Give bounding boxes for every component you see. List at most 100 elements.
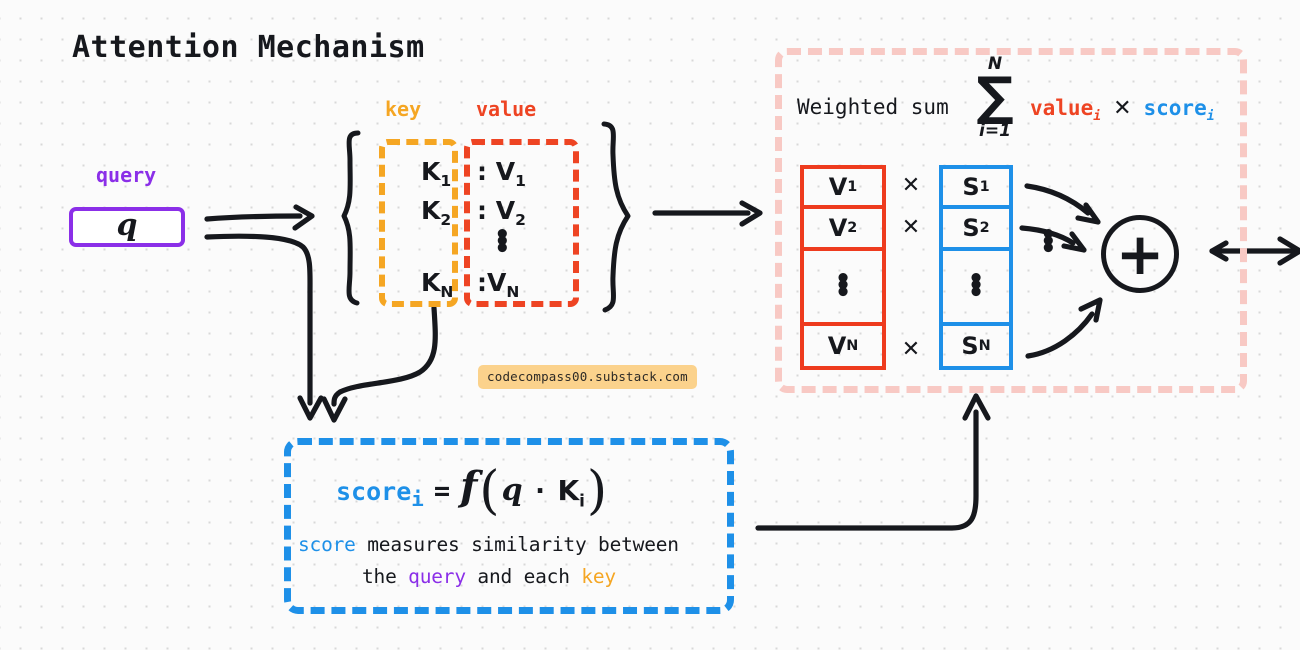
key-item-1-base: K xyxy=(421,157,441,186)
key-label: key xyxy=(385,97,422,121)
value-vector-column: V1 V2 • • • VN xyxy=(800,165,886,370)
value-item-1-sub: 1 xyxy=(515,172,526,190)
score-formula-query: q xyxy=(501,473,523,508)
caption-line2-and-each: and each xyxy=(465,565,582,588)
summation-symbol-group: N ∑ i=1 xyxy=(962,56,1028,141)
caption-key-word: key xyxy=(581,565,616,588)
value-cell-1-sub: 1 xyxy=(847,179,858,195)
multiply-icon-row-1: ✕ xyxy=(901,173,921,198)
weighted-sum-label: Weighted sum xyxy=(797,95,949,119)
key-item-n-base: K xyxy=(421,268,441,297)
value-cell-1: V1 xyxy=(804,169,882,209)
query-arrow-upper-stroke xyxy=(204,213,303,222)
value-cell-n-base: V xyxy=(827,332,847,360)
value-item-n-sub: N xyxy=(506,283,520,301)
key-down-arrow-head xyxy=(321,396,348,423)
key-down-arrow-stroke xyxy=(331,305,438,407)
query-down-arrow-head xyxy=(297,395,324,421)
score-dot-3: • xyxy=(967,278,985,308)
right-curly-brace xyxy=(601,121,631,313)
value-cell-n-sub: N xyxy=(846,338,859,354)
watermark-badge: codecompass00.substack.com xyxy=(478,365,697,389)
value-cell-2: V2 xyxy=(804,209,882,251)
score-caption-line-2: the query and each key xyxy=(362,565,616,588)
weighted-sum-score-text: score xyxy=(1143,96,1207,120)
score-formula-key: Ki xyxy=(557,474,584,511)
score-cell-2: S2 xyxy=(943,209,1009,251)
query-symbol: q xyxy=(116,207,138,243)
key-item-1-sub: 1 xyxy=(440,172,452,190)
caption-query-word: query xyxy=(408,565,466,588)
query-arrow-head xyxy=(292,204,315,231)
score-formula-dot-operator: · xyxy=(531,474,549,507)
sum-arrows-ellipsis-icon: • • • xyxy=(1040,222,1057,264)
value-cell-ellipsis: • • • xyxy=(804,251,882,326)
score-formula-equals: = xyxy=(433,476,451,507)
key-item-n-sub: N xyxy=(440,283,454,301)
weighted-sum-value-term: valuei xyxy=(1030,96,1101,124)
key-item-2-base: K xyxy=(421,196,441,225)
score-formula-label-text: score xyxy=(336,477,412,506)
value-cell-1-base: V xyxy=(828,173,848,201)
score-cell-ellipsis: • • • xyxy=(943,251,1009,326)
score-cell-2-sub: 2 xyxy=(979,220,990,236)
plus-icon: + xyxy=(1115,220,1165,288)
query-label: query xyxy=(96,163,157,187)
score-vector-column: S1 S2 • • • SN xyxy=(939,165,1013,370)
value-cell-n: VN xyxy=(804,326,882,366)
panel-exit-arrow-head xyxy=(1277,236,1300,266)
weighted-sum-value-text: value xyxy=(1030,96,1094,120)
score-feedback-arrow-stroke xyxy=(755,409,979,531)
query-box: q xyxy=(69,207,185,247)
caption-score-word: score xyxy=(298,533,356,556)
value-dot-3: • xyxy=(834,278,852,308)
weighted-sum-score-term: scorei xyxy=(1144,96,1215,124)
multiply-icon-row-n: ✕ xyxy=(901,337,921,362)
value-item-1: : V1 xyxy=(477,157,526,190)
query-arrow-lower-stroke xyxy=(204,233,313,295)
value-cell-2-sub: 2 xyxy=(847,220,858,236)
score-cell-1-sub: 1 xyxy=(979,179,990,195)
score-ellipsis-icon: • • • xyxy=(967,266,985,308)
key-item-2-sub: 2 xyxy=(440,211,452,229)
value-label: value xyxy=(476,97,537,121)
diagram-canvas: Attention Mechanism query q key value K1… xyxy=(0,0,1300,650)
score-cell-n-base: S xyxy=(961,332,979,360)
score-formula-label: scorei xyxy=(336,477,424,511)
caption-line1-rest: measures similarity between xyxy=(355,533,679,556)
key-item-n: KN xyxy=(421,268,453,301)
score-formula: scorei = f ( q · Ki ) xyxy=(336,461,608,521)
score-cell-n: SN xyxy=(943,326,1009,366)
caption-line2-the: the xyxy=(362,565,409,588)
key-item-1: K1 xyxy=(421,157,451,190)
value-item-1-base: : V xyxy=(477,157,516,186)
score-formula-key-base: K xyxy=(557,474,580,507)
multiply-icon: ✕ xyxy=(1113,96,1132,121)
multiply-icon-row-2: ✕ xyxy=(901,215,921,240)
weighted-sum-term: valuei ✕ scorei xyxy=(1030,96,1215,124)
value-cell-2-base: V xyxy=(828,214,848,242)
kv-dot-3: • xyxy=(494,234,511,264)
score-caption-line-1: score measures similarity between xyxy=(298,533,679,556)
score-cell-1-base: S xyxy=(962,173,980,201)
value-item-n: :VN xyxy=(477,268,519,301)
summation-lower-limit: i=1 xyxy=(979,121,1011,141)
value-item-n-base: :V xyxy=(477,268,507,297)
mid-dot-3: • xyxy=(1040,234,1057,264)
score-feedback-arrow-head xyxy=(962,393,991,421)
summation-plus-node: + xyxy=(1101,215,1179,293)
value-ellipsis-icon: • • • xyxy=(834,266,852,308)
multiply-column: ✕ ✕ ✕ xyxy=(896,165,926,370)
score-cell-n-sub: N xyxy=(978,338,991,354)
score-formula-label-sub: i xyxy=(411,487,424,511)
left-curly-brace xyxy=(341,130,361,306)
key-value-ellipsis-icon: • • • xyxy=(494,222,511,264)
score-formula-function: f xyxy=(460,463,478,510)
score-cell-1: S1 xyxy=(943,169,1009,209)
weighted-sum-score-sub: i xyxy=(1206,109,1215,125)
score-formula-key-sub: i xyxy=(579,490,585,511)
score-cell-2-base: S xyxy=(962,214,980,242)
sigma-icon: ∑ xyxy=(976,67,1014,127)
brace-to-panel-arrow-head xyxy=(739,200,763,227)
key-item-2: K2 xyxy=(421,196,451,229)
